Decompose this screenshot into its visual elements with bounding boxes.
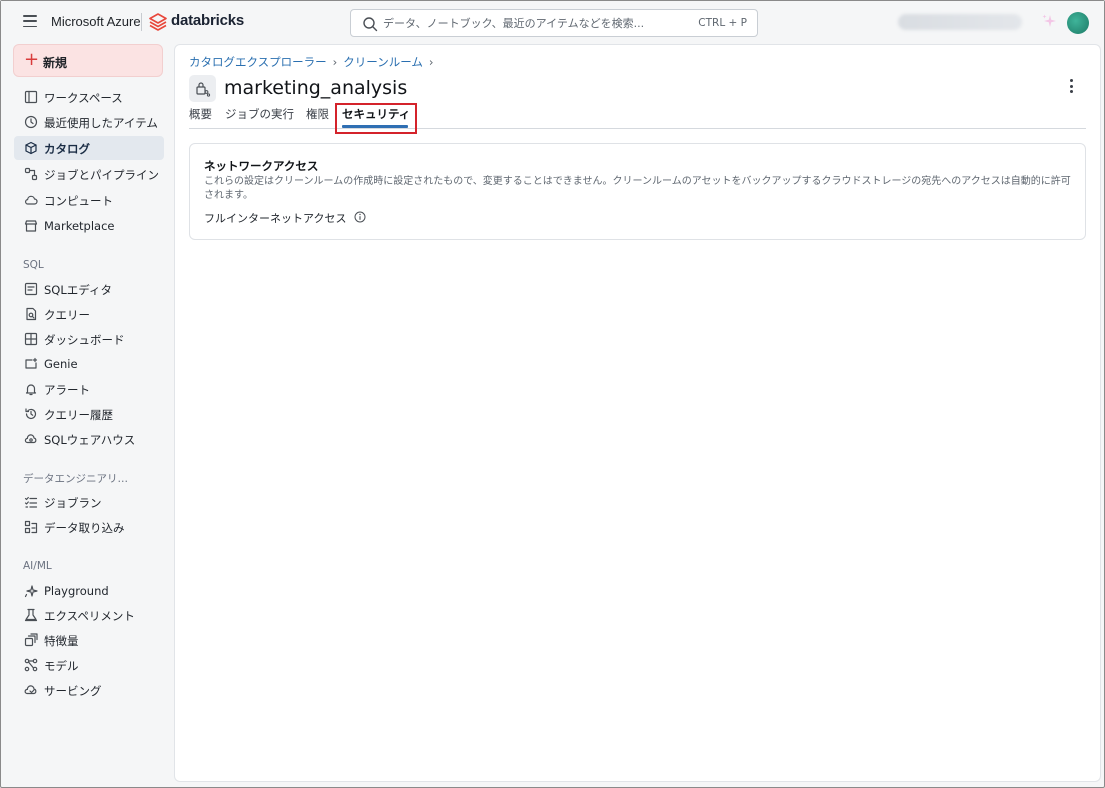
sidebar-item-models[interactable]: モデル	[14, 653, 164, 677]
main-panel: カタログエクスプローラー › クリーンルーム › marketing_analysis…	[174, 44, 1101, 782]
brand-microsoft-azure[interactable]: Microsoft Azure	[51, 14, 141, 29]
sidebar-item-recents[interactable]: 最近使用したアイテム	[14, 110, 164, 134]
sidebar-item-compute[interactable]: コンピュート	[14, 188, 164, 212]
page-title: marketing_analysis	[224, 77, 408, 99]
feature-icon	[24, 633, 38, 647]
genie-icon	[25, 357, 38, 369]
sidebar-section-ai-ml: AI/ML	[23, 560, 52, 572]
sparkle-icon	[24, 585, 38, 598]
global-search[interactable]: CTRL + P	[350, 9, 758, 37]
tab-bar: 概要 ジョブの実行 権限 セキュリティ	[189, 105, 1086, 129]
sidebar-item-marketplace[interactable]: Marketplace	[14, 214, 164, 238]
highlight-box	[335, 103, 417, 134]
user-avatar[interactable]	[1067, 12, 1089, 34]
sidebar-item-sql-warehouses[interactable]: SQLウェアハウス	[14, 427, 164, 451]
brand-divider	[141, 13, 142, 31]
tab-permissions[interactable]: 権限	[306, 106, 329, 122]
sidebar-item-job-runs[interactable]: ジョブラン	[14, 490, 164, 514]
search-icon	[363, 17, 378, 32]
store-icon	[24, 220, 38, 232]
workspace-icon	[24, 90, 38, 104]
sidebar-item-playground[interactable]: Playground	[14, 579, 164, 603]
clean-room-icon	[189, 75, 216, 102]
sidebar: + 新規 ワークスペース 最近使用したアイテム カタログ ジョブとパイプライン …	[1, 43, 173, 786]
sidebar-item-dashboards[interactable]: ダッシュボード	[14, 327, 164, 351]
sidebar-item-queries[interactable]: クエリー	[14, 302, 164, 326]
dashboard-icon	[24, 332, 38, 346]
sidebar-section-data-engineering: データエンジニアリング	[23, 473, 133, 485]
more-options-icon[interactable]	[1066, 78, 1076, 94]
sidebar-item-catalog[interactable]: カタログ	[14, 136, 164, 160]
new-button-label: 新規	[43, 56, 68, 70]
tab-job-runs[interactable]: ジョブの実行	[225, 106, 294, 122]
sidebar-item-workspace[interactable]: ワークスペース	[14, 85, 164, 109]
network-access-card: ネットワークアクセス これらの設定はクリーンルームの作成時に設定されたもので、変…	[189, 143, 1086, 240]
tab-overview[interactable]: 概要	[189, 106, 212, 122]
sidebar-item-serving[interactable]: サービング	[14, 678, 164, 702]
top-bar: Microsoft Azure databricks CTRL + P	[1, 1, 1104, 43]
search-input[interactable]	[383, 14, 683, 32]
clock-icon	[24, 115, 38, 129]
card-description: これらの設定はクリーンルームの作成時に設定されたもので、変更することはできません…	[204, 176, 1071, 201]
search-shortcut-hint: CTRL + P	[698, 17, 747, 29]
hamburger-icon[interactable]	[23, 15, 37, 27]
card-title: ネットワークアクセス	[204, 159, 319, 173]
bell-icon	[25, 384, 37, 396]
full-internet-access-setting: フルインターネットアクセス	[204, 212, 347, 225]
sidebar-item-data-ingestion[interactable]: データ取り込み	[14, 515, 164, 539]
sidebar-item-jobs-pipelines[interactable]: ジョブとパイプライン	[14, 162, 164, 186]
job-runs-icon	[24, 496, 38, 508]
warehouse-icon	[24, 434, 37, 444]
sidebar-section-sql: SQL	[23, 259, 44, 271]
sidebar-item-alerts[interactable]: アラート	[14, 377, 164, 401]
query-icon	[26, 307, 37, 321]
databricks-logo-icon[interactable]	[149, 13, 167, 31]
editor-icon	[24, 282, 38, 296]
brand-databricks[interactable]: databricks	[171, 12, 244, 29]
serving-icon	[24, 685, 37, 695]
sidebar-item-experiments[interactable]: エクスペリメント	[14, 603, 164, 627]
breadcrumb-catalog-explorer[interactable]: カタログエクスプローラー	[189, 55, 327, 69]
chevron-right-icon: ›	[428, 55, 434, 69]
plus-icon: +	[24, 49, 40, 70]
sidebar-item-genie[interactable]: Genie	[14, 352, 164, 376]
ingest-icon	[24, 520, 38, 534]
model-icon	[24, 658, 38, 672]
workspace-switcher[interactable]	[898, 14, 1022, 30]
cloud-icon	[25, 195, 38, 205]
flask-icon	[24, 608, 38, 622]
history-icon	[25, 408, 37, 420]
assistant-sparkle-icon[interactable]	[1041, 13, 1057, 29]
sidebar-item-features[interactable]: 特徴量	[14, 628, 164, 652]
breadcrumb-clean-rooms[interactable]: クリーンルーム	[343, 55, 423, 69]
new-button[interactable]: + 新規	[13, 44, 163, 77]
chevron-right-icon: ›	[332, 55, 338, 69]
info-icon[interactable]	[354, 211, 366, 223]
catalog-icon	[25, 141, 37, 155]
sidebar-item-sql-editor[interactable]: SQLエディタ	[14, 277, 164, 301]
sidebar-item-query-history[interactable]: クエリー履歴	[14, 402, 164, 426]
workflow-icon	[24, 167, 38, 181]
breadcrumb: カタログエクスプローラー › クリーンルーム ›	[189, 54, 439, 70]
